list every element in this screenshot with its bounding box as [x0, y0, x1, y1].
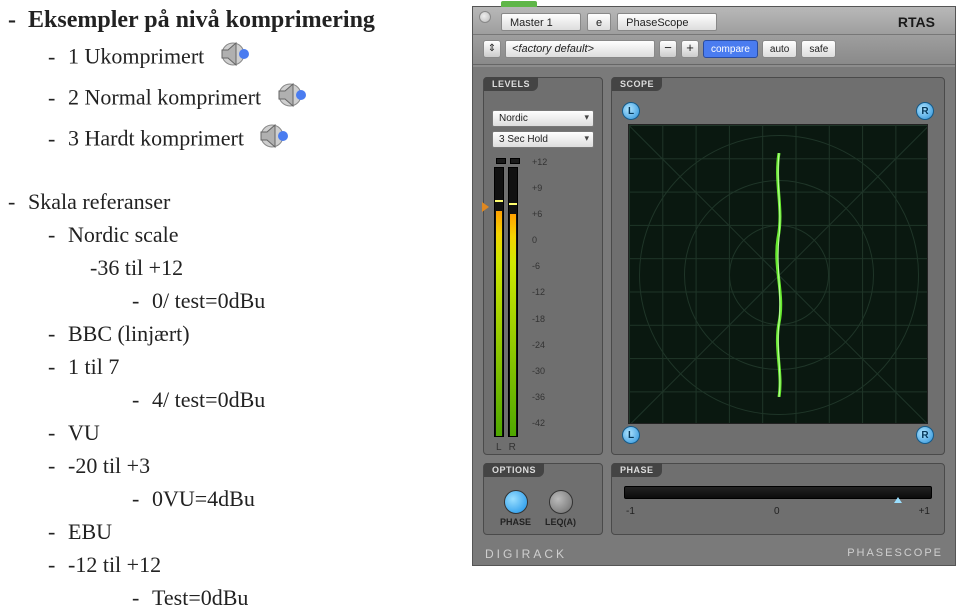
auto-button[interactable]: auto	[762, 40, 797, 58]
overload-led-r	[510, 158, 520, 164]
phasescope-window: Master 1 e PhaseScope RTAS ⇕ <factory de…	[472, 6, 956, 566]
levels-label: LEVELS	[484, 77, 538, 91]
insert-slot[interactable]: e	[587, 13, 611, 31]
channel-l-label: L	[496, 442, 502, 453]
leq-led-icon	[549, 490, 573, 514]
phase-label: PHASE	[612, 463, 662, 477]
preset-select[interactable]: <factory default>	[505, 40, 655, 58]
overload-led-l	[496, 158, 506, 164]
phase-panel: PHASE -1 0 +1	[611, 463, 945, 535]
meter-right	[508, 167, 518, 437]
track-select[interactable]: Master 1	[501, 13, 581, 31]
meter-left	[494, 167, 504, 437]
header-row-1: Master 1 e PhaseScope RTAS	[473, 7, 955, 35]
levels-panel: LEVELS Nordic 3 Sec Hold	[483, 77, 603, 455]
format-label: RTAS	[898, 14, 945, 30]
footer-brand: DIGIRACK	[485, 547, 567, 561]
preset-updown-icon[interactable]: ⇕	[483, 40, 501, 58]
scope-label: SCOPE	[612, 77, 662, 91]
phase-indicator-icon	[894, 497, 902, 503]
options-label: OPTIONS	[484, 463, 544, 477]
scope-panel: SCOPE L R L R	[611, 77, 945, 455]
scope-badge-l-top: L	[622, 102, 640, 120]
safe-button[interactable]: safe	[801, 40, 836, 58]
phase-led-icon	[504, 490, 528, 514]
plugin-select[interactable]: PhaseScope	[617, 13, 717, 31]
plus-button[interactable]: +	[681, 40, 699, 58]
scope-badge-r-top: R	[916, 102, 934, 120]
level-meters: +12 +9 +6 0 -6 -12 -18 -24 -30 -36 -42	[484, 152, 602, 442]
scope-badge-r-bottom: R	[916, 426, 934, 444]
vectorscope-display	[628, 124, 928, 424]
peak-pointer-icon	[482, 202, 489, 212]
hold-select[interactable]: 3 Sec Hold	[492, 131, 594, 148]
phase-option-button[interactable]: PHASE	[500, 490, 531, 527]
speaker-icon	[273, 79, 309, 120]
minus-button[interactable]: −	[659, 40, 677, 58]
footer-product: PHASESCOPE	[847, 547, 943, 561]
green-tab-icon	[501, 1, 537, 7]
speaker-icon	[255, 120, 291, 161]
header-row-2: ⇕ <factory default> − + compare auto saf…	[473, 35, 955, 65]
channel-r-label: R	[509, 442, 516, 453]
options-panel: OPTIONS PHASE LEQ(A)	[483, 463, 603, 535]
section-2: Skala referanser	[28, 189, 170, 214]
close-icon[interactable]	[479, 11, 491, 23]
speaker-icon	[216, 38, 252, 79]
slide-text: -Eksempler på nivå komprimering -1 Ukomp…	[0, 0, 470, 595]
scope-badge-l-bottom: L	[622, 426, 640, 444]
compare-button[interactable]: compare	[703, 40, 758, 58]
scope-trace-icon	[771, 153, 787, 397]
meter-scale: +12 +9 +6 0 -6 -12 -18 -24 -30 -36 -42	[532, 158, 547, 428]
scale-select[interactable]: Nordic	[492, 110, 594, 127]
leq-option-button[interactable]: LEQ(A)	[545, 490, 576, 527]
slide-heading: Eksempler på nivå komprimering	[28, 7, 375, 33]
phase-correlation-bar	[624, 486, 932, 499]
